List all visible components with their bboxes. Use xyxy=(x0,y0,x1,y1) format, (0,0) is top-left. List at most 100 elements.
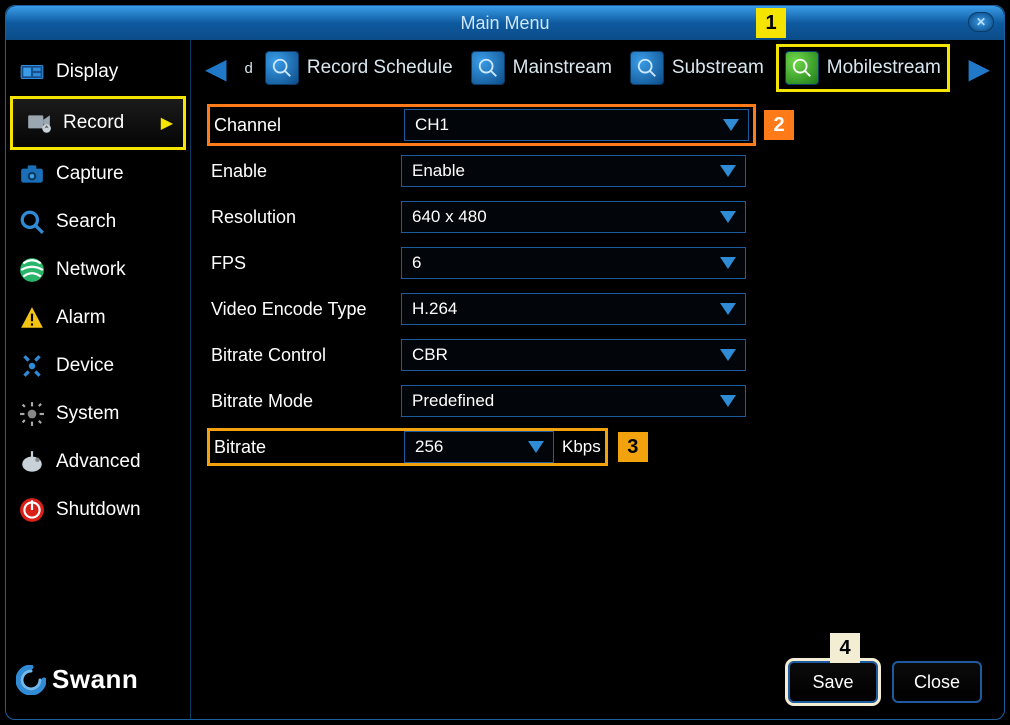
window-title: Main Menu xyxy=(460,13,549,34)
row-resolution: Resolution 640 x 480 xyxy=(211,198,984,236)
brand-name: Swann xyxy=(52,664,138,695)
display-icon xyxy=(18,58,46,86)
sidebar-item-system[interactable]: System xyxy=(6,390,190,438)
truncated-tab-fragment: d xyxy=(245,60,253,77)
dropdown-value: Enable xyxy=(412,161,465,181)
close-window-button[interactable]: ✕ xyxy=(968,12,994,32)
dropdown-value: 640 x 480 xyxy=(412,207,487,227)
sidebar-item-network[interactable]: Network xyxy=(6,246,190,294)
callout-1: 1 xyxy=(756,8,786,38)
alarm-icon xyxy=(18,304,46,332)
field-label: Channel xyxy=(214,115,404,136)
row-bitrate: Bitrate 256 Kbps 3 xyxy=(211,428,984,466)
button-label: Close xyxy=(914,672,960,693)
tab-substream[interactable]: Substream xyxy=(624,47,770,89)
dropdown-value: H.264 xyxy=(412,299,457,319)
close-button[interactable]: Close xyxy=(892,661,982,703)
field-label: Bitrate xyxy=(214,437,404,458)
gear-icon xyxy=(18,400,46,428)
substream-icon xyxy=(630,51,664,85)
chevron-down-icon xyxy=(717,206,739,228)
chevron-down-icon xyxy=(720,114,742,136)
button-label: Save xyxy=(812,672,853,693)
chevron-down-icon xyxy=(717,160,739,182)
main-panel: 1 ◀ d Record Schedule Mainstream xyxy=(191,40,1004,719)
sidebar: Display Record ▶ Capture Search xyxy=(6,40,191,719)
settings-form: Channel CH1 2 Enable Enable xyxy=(191,96,1004,476)
enable-dropdown[interactable]: Enable xyxy=(401,155,746,187)
bitrate-control-dropdown[interactable]: CBR xyxy=(401,339,746,371)
row-video-encode-type: Video Encode Type H.264 xyxy=(211,290,984,328)
row-enable: Enable Enable xyxy=(211,152,984,190)
advanced-icon xyxy=(18,448,46,476)
device-icon xyxy=(18,352,46,380)
sidebar-item-label: Shutdown xyxy=(56,499,141,521)
chevron-down-icon xyxy=(717,252,739,274)
bitrate-mode-dropdown[interactable]: Predefined xyxy=(401,385,746,417)
shutdown-icon xyxy=(18,496,46,524)
tabs-scroll-right[interactable]: ▶ xyxy=(962,52,996,85)
sidebar-item-alarm[interactable]: Alarm xyxy=(6,294,190,342)
sidebar-item-search[interactable]: Search xyxy=(6,198,190,246)
bitrate-unit: Kbps xyxy=(562,437,601,457)
footer-buttons: Save Close xyxy=(191,651,1004,719)
swann-logo-icon xyxy=(16,665,46,695)
sidebar-item-label: Device xyxy=(56,355,114,377)
tab-mainstream[interactable]: Mainstream xyxy=(465,47,618,89)
row-bitrate-mode: Bitrate Mode Predefined xyxy=(211,382,984,420)
tabs-scroll-left[interactable]: ◀ xyxy=(199,52,233,85)
sidebar-item-label: Search xyxy=(56,211,116,233)
record-icon xyxy=(25,109,53,137)
resolution-dropdown[interactable]: 640 x 480 xyxy=(401,201,746,233)
field-label: Video Encode Type xyxy=(211,299,401,320)
dropdown-value: CH1 xyxy=(415,115,449,135)
dropdown-value: CBR xyxy=(412,345,448,365)
sidebar-item-capture[interactable]: Capture xyxy=(6,150,190,198)
chevron-down-icon xyxy=(525,436,547,458)
capture-icon xyxy=(18,160,46,188)
field-label: Resolution xyxy=(211,207,401,228)
close-icon: ✕ xyxy=(976,15,986,29)
sidebar-item-label: Advanced xyxy=(56,451,141,473)
video-encode-dropdown[interactable]: H.264 xyxy=(401,293,746,325)
sidebar-item-shutdown[interactable]: Shutdown xyxy=(6,486,190,534)
row-bitrate-control: Bitrate Control CBR xyxy=(211,336,984,374)
sidebar-item-label: Network xyxy=(56,259,126,281)
tab-bar: ◀ d Record Schedule Mainstream xyxy=(191,40,1004,96)
channel-dropdown[interactable]: CH1 xyxy=(404,109,749,141)
schedule-icon xyxy=(265,51,299,85)
bitrate-dropdown[interactable]: 256 xyxy=(404,431,554,463)
sidebar-item-label: Capture xyxy=(56,163,124,185)
fps-dropdown[interactable]: 6 xyxy=(401,247,746,279)
sidebar-item-label: System xyxy=(56,403,119,425)
callout-3: 3 xyxy=(618,432,648,462)
sidebar-item-display[interactable]: Display xyxy=(6,48,190,96)
dropdown-value: 6 xyxy=(412,253,421,273)
tab-mobilestream[interactable]: Mobilestream xyxy=(776,44,950,92)
tab-record-schedule[interactable]: Record Schedule xyxy=(259,47,459,89)
tab-label: Substream xyxy=(672,57,764,79)
row-fps: FPS 6 xyxy=(211,244,984,282)
field-label: Bitrate Control xyxy=(211,345,401,366)
tab-label: Mobilestream xyxy=(827,57,941,79)
active-arrow-icon: ▶ xyxy=(161,113,173,133)
network-icon xyxy=(18,256,46,284)
dvr-main-menu-window: Main Menu ✕ Display Record ▶ xyxy=(5,5,1005,720)
chevron-down-icon xyxy=(717,390,739,412)
sidebar-item-label: Record xyxy=(63,112,124,134)
mobilestream-icon xyxy=(785,51,819,85)
chevron-down-icon xyxy=(717,298,739,320)
save-button[interactable]: Save xyxy=(788,661,878,703)
sidebar-item-label: Alarm xyxy=(56,307,106,329)
callout-2: 2 xyxy=(764,110,794,140)
brand: Swann xyxy=(6,646,190,719)
sidebar-item-device[interactable]: Device xyxy=(6,342,190,390)
tab-label: Record Schedule xyxy=(307,57,453,79)
dropdown-value: 256 xyxy=(415,437,443,457)
search-icon xyxy=(18,208,46,236)
sidebar-item-record[interactable]: Record ▶ xyxy=(10,96,186,150)
sidebar-item-advanced[interactable]: Advanced xyxy=(6,438,190,486)
tab-label: Mainstream xyxy=(513,57,612,79)
row-channel: Channel CH1 2 xyxy=(211,106,984,144)
callout-4: 4 xyxy=(830,633,860,663)
